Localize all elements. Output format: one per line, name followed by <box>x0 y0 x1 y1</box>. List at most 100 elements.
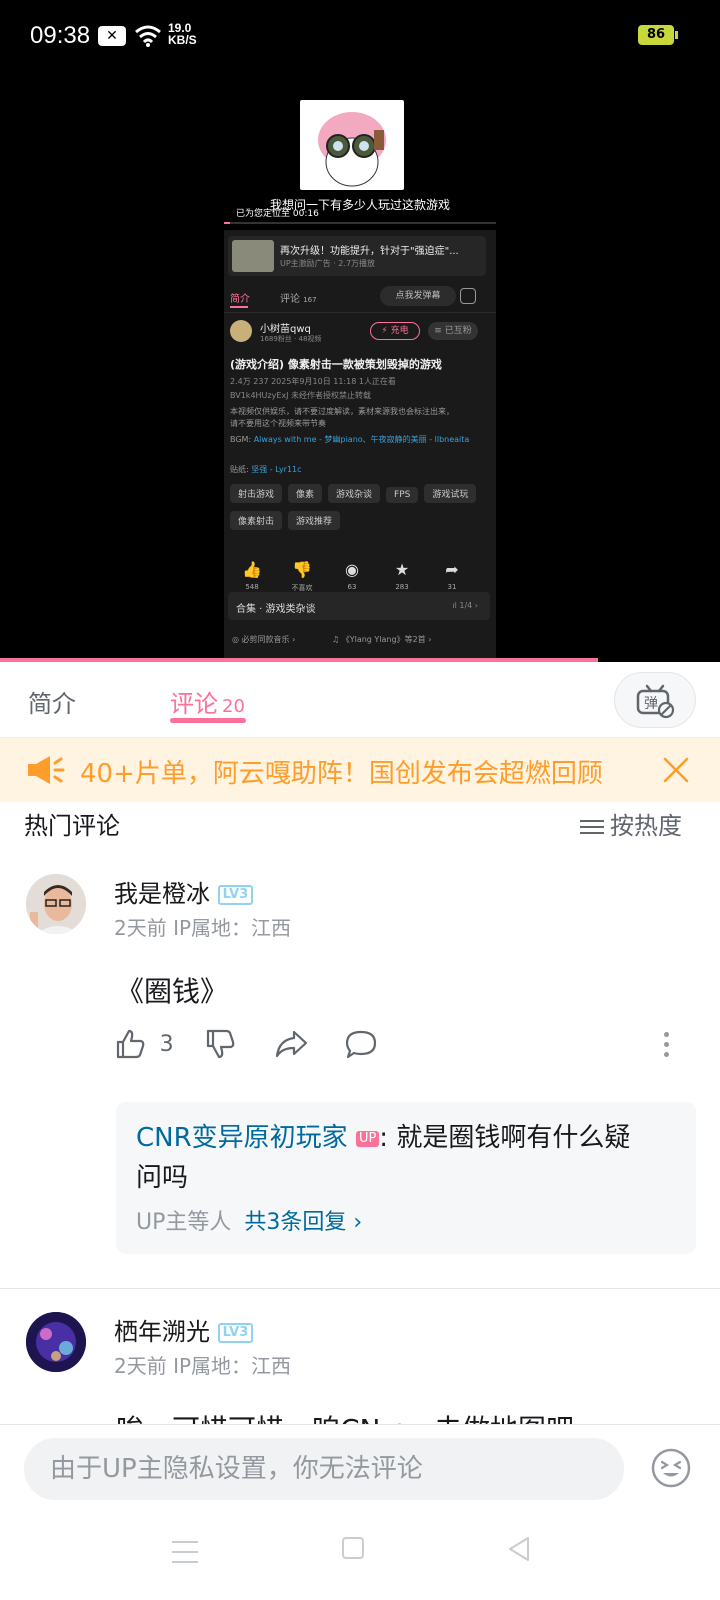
inner-share: ➦ 31 <box>432 560 472 591</box>
battery-level: 86 <box>646 27 666 42</box>
inner-tag: 游戏试玩 <box>424 484 477 503</box>
username-text: 栖年溯光 <box>114 1318 210 1346</box>
avatar[interactable] <box>26 874 86 934</box>
comment-ip: IP属地：江西 <box>173 1354 292 1378</box>
tab-comments-count: 20 <box>222 696 245 717</box>
reply-preview[interactable]: CNR变异原初玩家 UP: 就是圈钱啊有什么疑问吗 UP主等人 共3条回复 › <box>116 1102 696 1254</box>
inner-sticker-value: 坚强 - Lyr11c <box>251 465 302 474</box>
like-count: 3 <box>159 1031 174 1057</box>
comments-header: 热门评论 按热度 <box>0 802 720 872</box>
speed-unit: KB/S <box>168 33 197 47</box>
ad-title: 再次升级！功能提升，针对于"强迫症"... <box>280 246 459 257</box>
tab-intro[interactable]: 简介 <box>28 684 76 719</box>
inner-favorite: ★ 283 <box>382 560 422 591</box>
home-nav-icon[interactable] <box>342 1537 364 1559</box>
inner-tags: 射击游戏 像素 游戏杂谈 FPS 游戏试玩 像素射击 游戏推荐 <box>230 484 490 538</box>
inner-sticker: 贴纸: 坚强 - Lyr11c <box>230 464 302 475</box>
inner-tag: 射击游戏 <box>230 484 283 503</box>
comment-content: 《圈钱》 <box>116 975 229 1008</box>
menu-nav-icon[interactable] <box>172 1541 198 1563</box>
inner-bv: BV1k4HUzyExJ 未经作者授权禁止转载 <box>230 391 372 400</box>
inner-stats: 2.4万 237 2025年9月10日 11:18 1人正在看 <box>230 377 396 386</box>
up-badge: UP <box>355 1130 380 1147</box>
ad-card[interactable]: 再次升级！功能提升，针对于"强迫症"... UP主激励广告 · 2.7万播放 <box>228 236 486 276</box>
inner-music-1: ◎ 必剪同款音乐 › <box>232 635 296 644</box>
comment-username[interactable]: 栖年溯光 LV3 <box>114 1312 254 1347</box>
inner-desc-2: 请不要用这个视频来带节奏 <box>230 419 326 428</box>
sort-icon <box>580 816 604 838</box>
sort-button[interactable]: 按热度 <box>580 806 682 841</box>
svg-text:弹: 弹 <box>644 696 658 712</box>
view-replies-link[interactable]: 共3条回复 › <box>244 1210 362 1235</box>
like-button[interactable]: 3 <box>114 1028 174 1060</box>
emoji-icon[interactable] <box>650 1447 692 1489</box>
inner-tab-comments-count: 167 <box>303 296 317 304</box>
battery-icon: 86 <box>638 25 674 45</box>
comment-input[interactable]: 由于UP主隐私设置，你无法评论 <box>24 1438 624 1500</box>
inner-tag: FPS <box>386 487 419 503</box>
comment-time: 2天前 <box>114 916 167 940</box>
inner-collection-page: ıl 1/4 › <box>452 601 478 610</box>
inner-dislike: 👎 不喜欢 <box>282 560 322 593</box>
share-icon: ➦ <box>445 560 459 579</box>
battery-tip <box>675 31 678 39</box>
reply-text-line1: : 就是圈钱啊有什么疑 <box>379 1123 631 1153</box>
inner-like: 👍 548 <box>232 560 272 591</box>
reply-text-line2: 问吗 <box>136 1163 189 1193</box>
star-icon: ★ <box>394 560 410 579</box>
reply-footer-prefix: UP主等人 <box>136 1210 232 1235</box>
close-icon[interactable] <box>662 756 690 784</box>
inner-bgm-value: Always with me - 梦幽piano、午夜寂静的美丽 - llbne… <box>253 435 470 444</box>
danmaku-off-icon: 弹 <box>636 684 675 719</box>
thumb-up-icon: 👍 <box>242 560 262 579</box>
avatar[interactable] <box>26 1312 86 1372</box>
tab-comments[interactable]: 评论 20 <box>170 684 245 719</box>
comment-username[interactable]: 我是橙冰 LV3 <box>114 874 254 909</box>
promo-banner[interactable]: 40+片单，阿云嘎助阵！国创发布会超燃回顾 <box>0 738 720 802</box>
inner-uploader-meta: 1689粉丝 · 48视频 <box>260 335 322 343</box>
sticker-image <box>300 100 404 190</box>
inner-tab-intro: 简介 <box>230 294 250 305</box>
inner-tag: 游戏推荐 <box>288 511 341 530</box>
inner-danmaku-icon <box>460 288 476 304</box>
inner-danmaku-input: 点我发弹幕 <box>380 286 456 306</box>
inner-charge-label: 充电 <box>390 326 409 336</box>
inner-desc-1: 本视频仅供娱乐，请不要过度解读，素材来源我也会标注出来， <box>230 407 454 416</box>
inner-uploader-avatar <box>230 320 252 342</box>
back-nav-icon[interactable] <box>506 1535 532 1563</box>
inner-video-title: (游戏介绍) 像素射击一款被策划毁掉的游戏 <box>230 358 442 371</box>
divider <box>0 1288 720 1289</box>
view-replies-label: 共3条回复 <box>244 1210 347 1235</box>
inner-music-1-label: 必剪同款音乐 <box>241 635 290 644</box>
danmaku-toggle-button[interactable]: 弹 <box>614 672 696 728</box>
thumb-down-icon: 👎 <box>292 560 312 579</box>
level-badge: LV3 <box>217 1323 254 1343</box>
inner-coin-count: 63 <box>347 583 357 591</box>
ad-thumbnail <box>232 240 274 272</box>
inner-tag: 像素射击 <box>230 511 283 530</box>
reply-author[interactable]: CNR变异原初玩家 <box>136 1123 348 1153</box>
sort-label: 按热度 <box>610 812 682 840</box>
ad-meta: UP主激励广告 · 2.7万播放 <box>280 259 376 268</box>
hot-comments-title: 热门评论 <box>24 812 120 840</box>
thumb-down-icon[interactable] <box>204 1028 236 1060</box>
inner-favorite-count: 283 <box>395 583 409 591</box>
video-player[interactable]: 我想问一下有多少人玩过这款游戏 已为您定位至 00:16 再次升级！功能提升，针… <box>0 72 720 662</box>
inner-sticker-label: 贴纸: <box>230 465 249 474</box>
reply-icon[interactable] <box>344 1028 378 1060</box>
wifi-icon <box>135 25 161 47</box>
thumb-up-icon <box>116 1029 145 1059</box>
inner-bgm: BGM: Always with me - 梦幽piano、午夜寂静的美丽 - … <box>230 434 486 446</box>
status-time: 09:38 <box>30 22 91 49</box>
share-icon[interactable] <box>274 1028 308 1060</box>
inner-dislike-label: 不喜欢 <box>291 584 313 592</box>
comment-input-bar: 由于UP主隐私设置，你无法评论 <box>0 1424 720 1600</box>
resume-position: 已为您定位至 00:16 <box>236 209 319 219</box>
notification-icon: ✕ <box>98 26 126 46</box>
more-options-icon[interactable] <box>664 1032 670 1057</box>
level-badge: LV3 <box>217 885 254 905</box>
inner-like-count: 548 <box>245 583 259 591</box>
inner-tab-comments-label: 评论 <box>280 294 300 305</box>
coin-icon: ◉ <box>345 560 359 579</box>
inner-bgm-label: BGM: <box>230 435 252 444</box>
